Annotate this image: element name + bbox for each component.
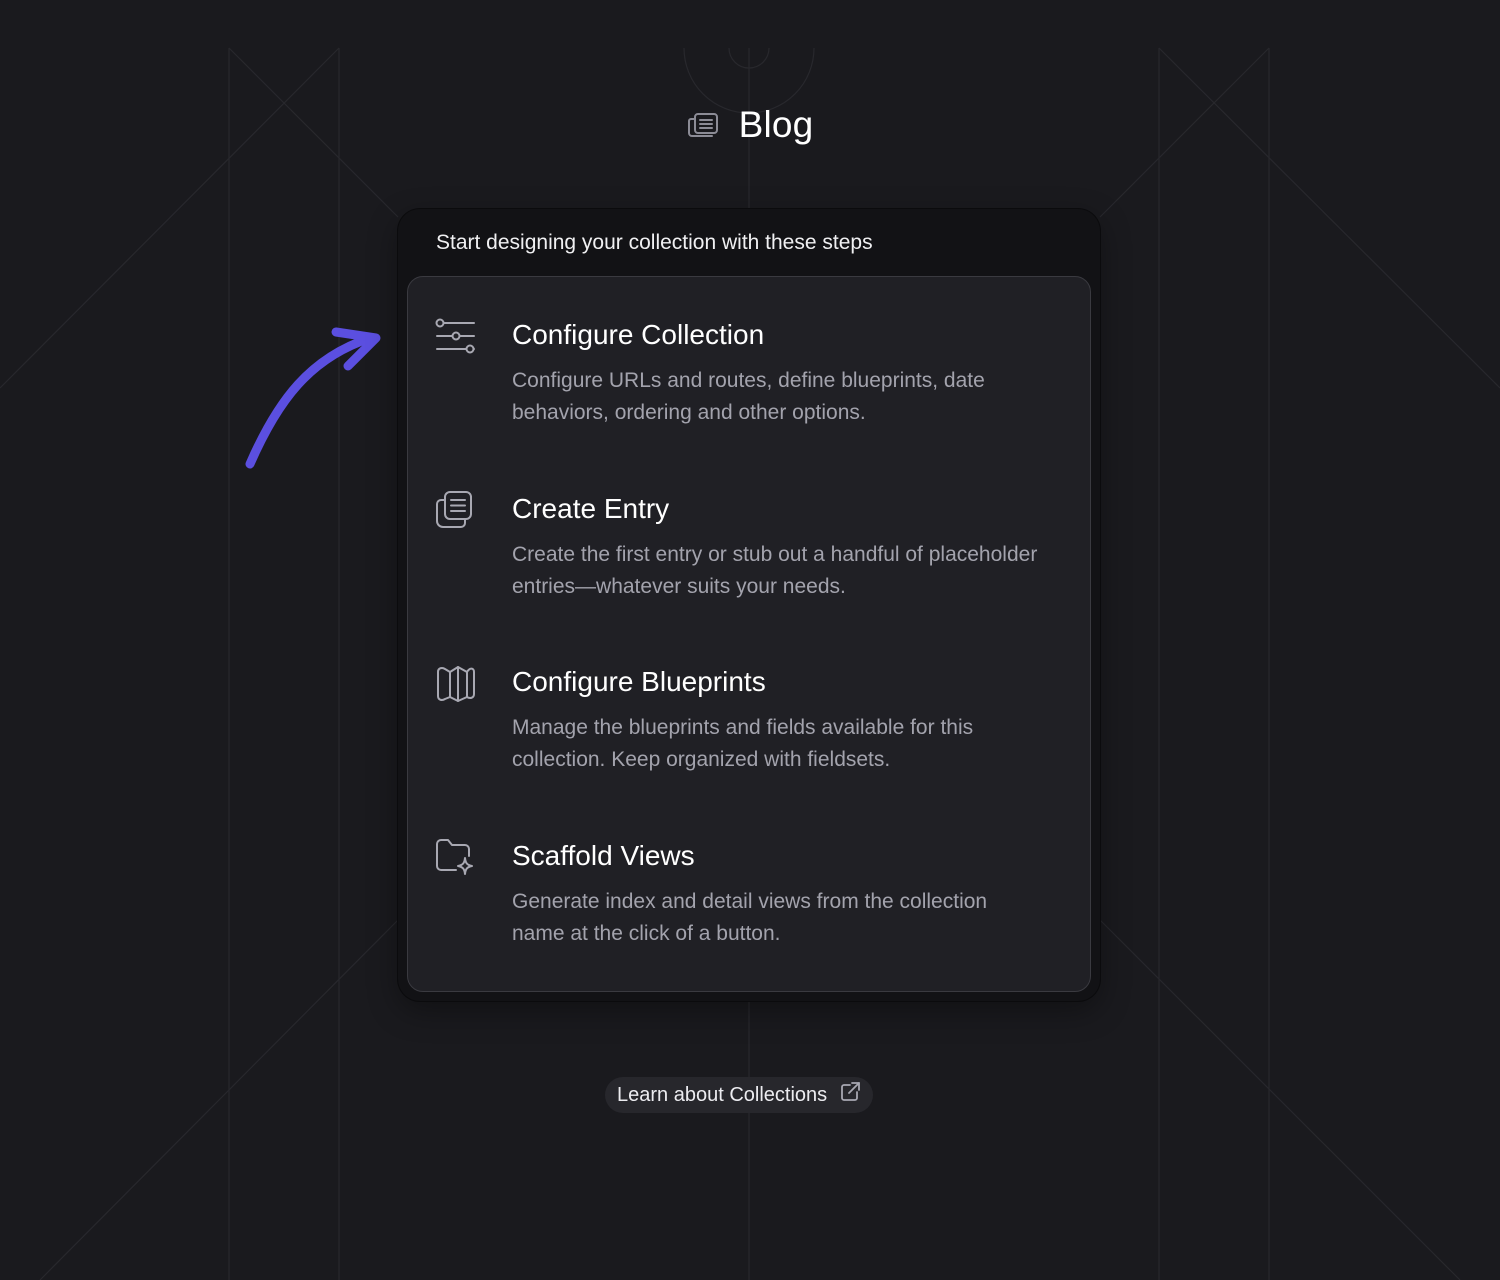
step-title: Configure Blueprints bbox=[512, 666, 766, 697]
step-description: Manage the blueprints and fields availab… bbox=[512, 716, 974, 771]
map-icon bbox=[434, 664, 478, 708]
learn-link-label: Learn about Collections bbox=[617, 1083, 828, 1106]
step-description: Configure URLs and routes, define bluepr… bbox=[512, 369, 985, 424]
step-configure-collection[interactable]: Configure Collection Configure URLs and … bbox=[408, 317, 1090, 467]
folder-sparkle-icon bbox=[434, 838, 478, 882]
step-description: Generate index and detail views from the… bbox=[512, 890, 988, 945]
step-create-entry[interactable]: Create Entry Create the first entry or s… bbox=[408, 491, 1090, 641]
step-scaffold-views[interactable]: Scaffold Views Generate index and detail… bbox=[408, 838, 1090, 988]
step-configure-blueprints[interactable]: Configure Blueprints Manage the blueprin… bbox=[408, 664, 1090, 814]
pointer-arrow-icon bbox=[245, 327, 381, 469]
external-link-icon bbox=[839, 1081, 861, 1109]
step-description: Create the first entry or stub out a han… bbox=[512, 543, 1038, 598]
page-title: Blog bbox=[738, 104, 814, 145]
steps-list: Configure Collection Configure URLs and … bbox=[407, 276, 1091, 992]
step-title: Create Entry bbox=[512, 493, 670, 524]
card-subtitle: Start designing your collection with the… bbox=[436, 231, 873, 254]
step-title: Scaffold Views bbox=[512, 840, 695, 871]
step-title: Configure Collection bbox=[512, 319, 765, 350]
entries-icon bbox=[434, 491, 478, 535]
page: Blog Start designing your collection wit… bbox=[0, 0, 1500, 1280]
steps-card: Start designing your collection with the… bbox=[398, 209, 1100, 1001]
learn-collections-link[interactable]: Learn about Collections bbox=[605, 1077, 874, 1113]
collection-icon bbox=[687, 112, 719, 138]
page-header: Blog bbox=[0, 104, 1500, 146]
sliders-icon bbox=[434, 317, 478, 361]
